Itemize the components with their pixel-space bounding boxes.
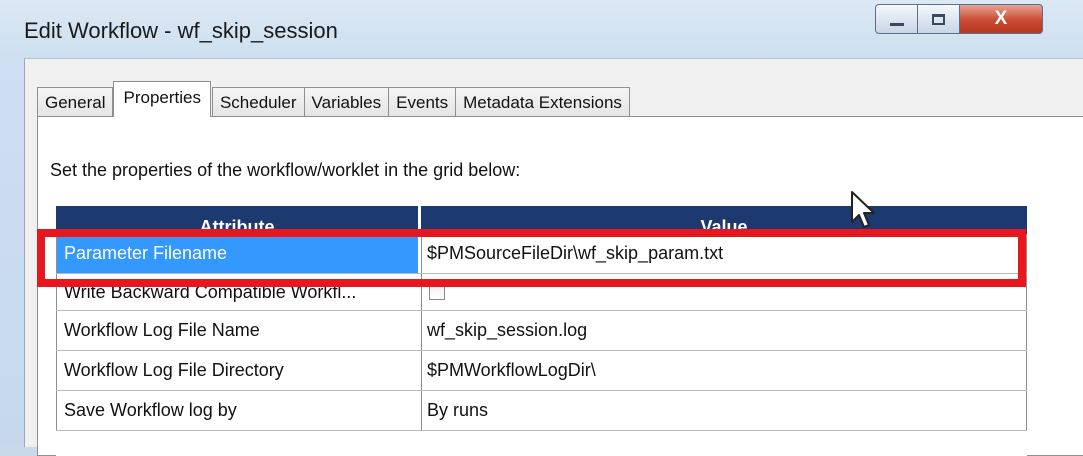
table-row[interactable]: Workflow Log File Name wf_skip_session.l… xyxy=(56,311,1027,351)
close-button[interactable]: X xyxy=(959,4,1043,34)
table-row[interactable]: Parameter Filename $PMSourceFileDir\wf_s… xyxy=(56,234,1027,274)
tab-scheduler[interactable]: Scheduler xyxy=(211,87,305,117)
backward-compatible-checkbox[interactable] xyxy=(429,284,445,300)
attribute-cell[interactable]: Save Workflow log by xyxy=(56,391,418,430)
close-icon: X xyxy=(994,8,1008,29)
properties-grid: Attribute Value Parameter Filename $PMSo… xyxy=(56,206,1027,456)
tab-properties[interactable]: Properties xyxy=(113,81,211,117)
grid-header: Attribute Value xyxy=(56,206,1027,234)
tab-strip: General Properties Scheduler Variables E… xyxy=(37,79,630,117)
maximize-button[interactable] xyxy=(917,4,960,34)
table-row[interactable]: Save Workflow log by By runs xyxy=(56,391,1027,431)
tab-label: Properties xyxy=(123,88,201,107)
tab-general[interactable]: General xyxy=(37,87,114,117)
instruction-text: Set the properties of the workflow/workl… xyxy=(50,160,521,180)
minimize-icon xyxy=(889,22,904,26)
title-bar[interactable]: Edit Workflow - wf_skip_session X xyxy=(0,0,1083,58)
tab-metadata-extensions[interactable]: Metadata Extensions xyxy=(455,87,630,117)
column-header-value[interactable]: Value xyxy=(421,212,1027,234)
attribute-cell[interactable]: Workflow Log File Name xyxy=(56,311,418,350)
tab-label: General xyxy=(45,92,106,112)
column-header-attribute[interactable]: Attribute xyxy=(56,212,418,234)
dialog-body: General Properties Scheduler Variables E… xyxy=(24,58,1083,456)
value-cell[interactable]: $PMWorkflowLogDir\ xyxy=(421,351,1027,390)
attribute-cell[interactable]: Write Backward Compatible Workfl... xyxy=(56,274,418,310)
tab-label: Metadata Extensions xyxy=(463,92,622,112)
edit-workflow-window: Edit Workflow - wf_skip_session X Genera… xyxy=(0,0,1083,456)
tab-label: Scheduler xyxy=(219,92,297,112)
attribute-cell[interactable]: Parameter Filename xyxy=(56,234,418,273)
tab-label: Events xyxy=(396,92,449,112)
value-cell[interactable]: By runs xyxy=(421,391,1027,430)
tab-variables[interactable]: Variables xyxy=(303,87,390,117)
table-row[interactable]: Workflow Log File Directory $PMWorkflowL… xyxy=(56,351,1027,391)
window-title: Edit Workflow - wf_skip_session xyxy=(24,18,338,43)
value-cell[interactable]: wf_skip_session.log xyxy=(421,311,1027,350)
mouse-pointer-icon xyxy=(851,191,875,228)
minimize-button[interactable] xyxy=(875,4,918,34)
tab-events[interactable]: Events xyxy=(388,87,457,117)
maximize-icon xyxy=(932,13,945,25)
table-row[interactable]: Write Backward Compatible Workfl... xyxy=(56,274,1027,311)
value-cell[interactable] xyxy=(421,274,1027,310)
grid-rows: Parameter Filename $PMSourceFileDir\wf_s… xyxy=(56,234,1027,431)
tab-label: Variables xyxy=(311,92,382,112)
value-cell[interactable]: $PMSourceFileDir\wf_skip_param.txt xyxy=(421,234,1027,273)
attribute-cell[interactable]: Workflow Log File Directory xyxy=(56,351,418,390)
